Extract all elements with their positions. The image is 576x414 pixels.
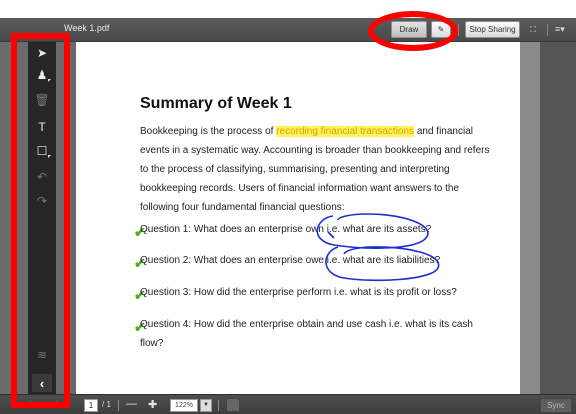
page-total: / 1 [102, 400, 111, 409]
menu-icon[interactable]: ≡▾ [555, 24, 565, 35]
top-toolbar: Week 1.pdf Draw ✎ Stop Sharing ⛶ ≡▾ [0, 18, 576, 42]
sync-button[interactable]: Sync [540, 398, 572, 413]
zoom-dropdown-icon[interactable]: ▼ [200, 399, 212, 412]
question-3: Question 3: How did the enterprise perfo… [140, 287, 457, 298]
stop-sharing-button[interactable]: Stop Sharing [465, 21, 520, 38]
toolbar-divider [547, 24, 548, 36]
bottom-toolbar: ‹ ‹ 1 / 1 — ✚ 122% ▼ Sync [0, 394, 576, 414]
paragraph-text-start: Bookkeeping is the process of [140, 126, 277, 137]
intro-paragraph: Bookkeeping is the process of recording … [140, 122, 490, 217]
bottom-divider [118, 400, 119, 411]
red-highlight-oval [368, 11, 458, 51]
document-title: Week 1.pdf [64, 23, 110, 33]
snapshot-icon[interactable] [226, 398, 240, 412]
document-scroll-area[interactable]: Summary of Week 1 Bookkeeping is the pro… [56, 42, 540, 396]
vertical-scrollbar[interactable] [520, 42, 540, 394]
zoom-out-icon[interactable]: — [126, 398, 137, 410]
zoom-in-icon[interactable]: ✚ [148, 398, 157, 411]
pdf-viewer-app: Week 1.pdf Draw ✎ Stop Sharing ⛶ ≡▾ ➤ ♟ … [0, 0, 576, 414]
right-panel-strip [540, 42, 576, 394]
pdf-page: Summary of Week 1 Bookkeeping is the pro… [76, 42, 526, 396]
question-1: Question 1: What does an enterprise own … [140, 224, 432, 235]
fullscreen-icon[interactable]: ⛶ [524, 21, 542, 38]
page-heading: Summary of Week 1 [140, 95, 292, 112]
zoom-level-field[interactable]: 122% [170, 399, 198, 412]
red-highlight-rectangle [11, 33, 70, 408]
page-number-input[interactable]: 1 [84, 399, 98, 412]
top-strip [0, 0, 576, 18]
question-4: Question 4: How did the enterprise obtai… [140, 319, 473, 349]
toolbar-divider [458, 24, 459, 36]
paragraph-text-end: and financial events in a systematic way… [140, 126, 490, 213]
bottom-divider [218, 400, 219, 411]
highlighted-text: recording financial transactions [276, 126, 415, 137]
question-2: Question 2: What does an enterprise owe … [140, 255, 441, 266]
